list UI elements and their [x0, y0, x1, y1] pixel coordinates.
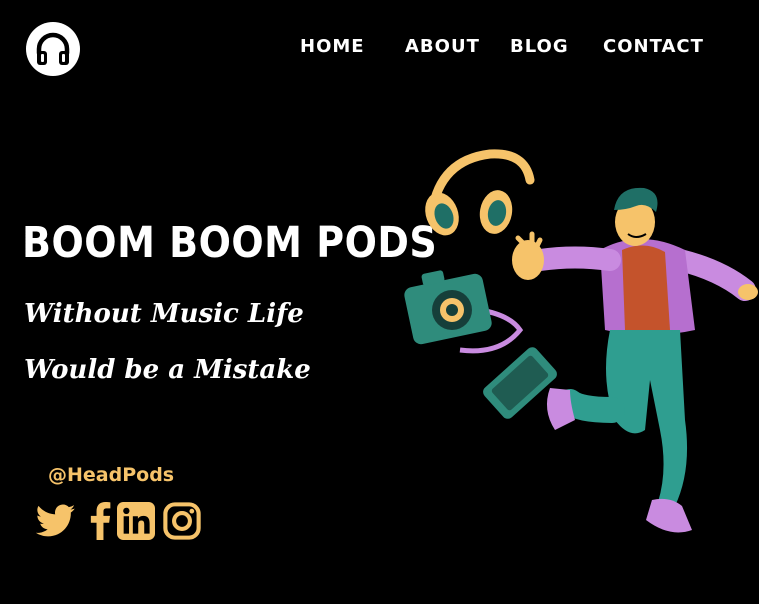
facebook-icon — [90, 502, 111, 540]
hero-title: BOOM BOOM PODS — [22, 218, 438, 268]
nav-link-home[interactable]: HOME — [300, 36, 365, 57]
instagram-icon — [163, 502, 201, 540]
linkedin-icon — [117, 502, 155, 540]
hero-tagline: Without Music Life Would be a Mistake — [24, 299, 311, 385]
camera-illustration — [404, 270, 524, 354]
floating-headphones-illustration — [425, 149, 535, 236]
nav-link-contact[interactable]: CONTACT — [603, 36, 704, 57]
twitter-link[interactable] — [36, 500, 76, 542]
instagram-link[interactable] — [162, 500, 202, 542]
main-nav: HOME ABOUT BLOG CONTACT — [0, 36, 759, 60]
hero-illustration — [404, 149, 758, 533]
facebook-link[interactable] — [80, 500, 120, 542]
nav-link-blog[interactable]: BLOG — [510, 36, 569, 57]
social-handle: @HeadPods — [48, 464, 175, 486]
twitter-icon — [36, 504, 76, 537]
dancing-person-illustration — [512, 187, 758, 533]
linkedin-link[interactable] — [116, 500, 156, 542]
nav-link-about[interactable]: ABOUT — [405, 36, 480, 57]
